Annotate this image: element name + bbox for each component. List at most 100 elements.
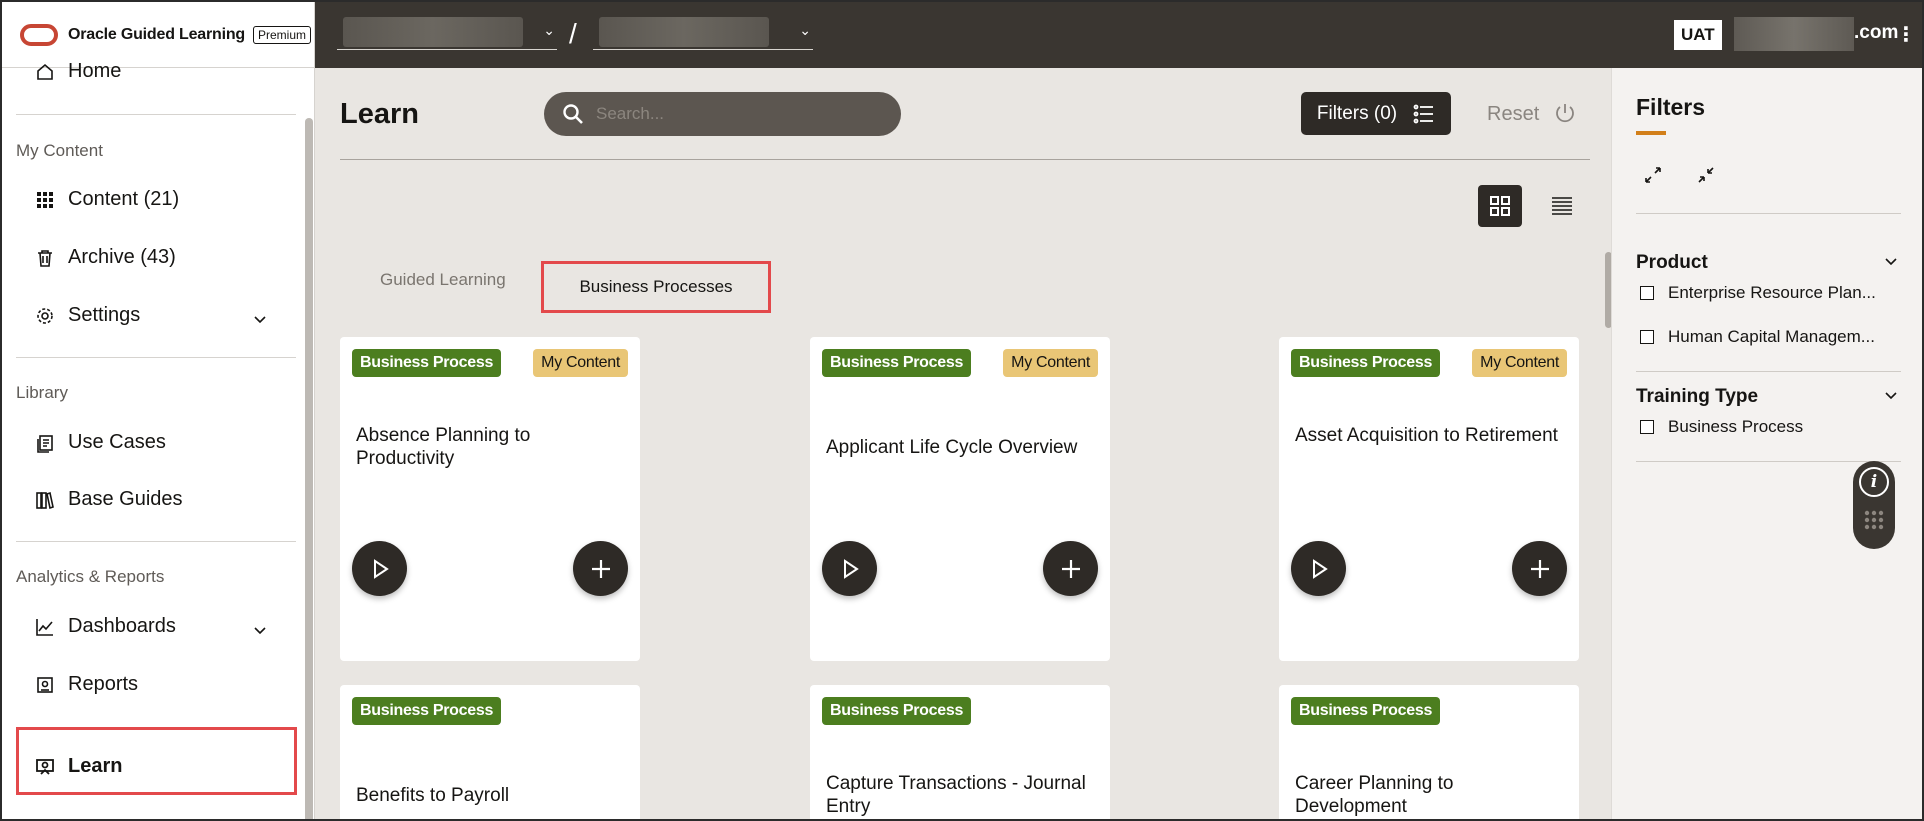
home-icon <box>34 61 56 83</box>
environment-badge: UAT <box>1674 20 1722 50</box>
search-input[interactable] <box>596 104 876 124</box>
gear-icon <box>34 305 56 327</box>
reset-button[interactable]: Reset <box>1487 102 1577 126</box>
filter-group-product[interactable]: Product <box>1636 252 1708 274</box>
business-process-badge: Business Process <box>1291 697 1441 725</box>
oracle-logo-icon <box>20 23 58 46</box>
tab-business-processes[interactable]: Business Processes <box>541 261 771 313</box>
play-button[interactable] <box>352 541 407 596</box>
play-icon <box>1312 558 1328 579</box>
sidebar-item-learn[interactable]: Learn <box>34 755 122 778</box>
filter-option[interactable]: Enterprise Resource Plan... <box>1640 283 1905 303</box>
title-accent-underline <box>1636 131 1666 135</box>
workspace-dropdown[interactable]: ⌄ <box>337 14 557 50</box>
content-card[interactable]: Business Process My Content Absence Plan… <box>340 337 640 661</box>
content-card[interactable]: Business Process Benefits to Payroll <box>340 685 640 819</box>
filters-panel-title: Filters <box>1636 94 1706 120</box>
redacted-text <box>599 17 769 47</box>
sidebar-item-home[interactable]: Home <box>34 60 121 83</box>
filters-button[interactable]: Filters (0) <box>1301 92 1451 135</box>
sidebar-item-label: Settings <box>68 304 141 326</box>
sidebar-item-label: Home <box>68 60 122 82</box>
plus-icon <box>1530 559 1549 578</box>
chevron-down-icon[interactable] <box>1884 254 1898 268</box>
filter-option[interactable]: Human Capital Managem... <box>1640 327 1905 347</box>
play-button[interactable] <box>822 541 877 596</box>
info-icon[interactable]: i <box>1859 467 1889 497</box>
page-title: Learn <box>340 98 419 130</box>
sidebar-item-reports[interactable]: Reports <box>34 673 138 696</box>
card-title: Benefits to Payroll <box>356 785 510 806</box>
sidebar-item-dashboards[interactable]: Dashboards <box>34 615 176 638</box>
content-card[interactable]: Business Process Career Planning to Deve… <box>1279 685 1579 819</box>
redacted-text <box>343 17 523 47</box>
title-divider <box>340 159 1590 160</box>
sidebar-item-label: Reports <box>68 673 139 695</box>
filter-list-icon <box>1413 104 1434 123</box>
card-title: Applicant Life Cycle Overview <box>826 437 1078 458</box>
search-icon <box>563 104 583 124</box>
sidebar-item-label: Content (21) <box>68 188 180 210</box>
sidebar-item-archive[interactable]: Archive (43) <box>34 246 176 269</box>
filter-option[interactable]: Business Process <box>1640 417 1905 437</box>
expand-all-icon[interactable] <box>1642 164 1664 186</box>
add-button[interactable] <box>573 541 628 596</box>
play-icon <box>373 558 389 579</box>
sidebar-scrollbar[interactable] <box>305 118 313 819</box>
sidebar-item-label: Archive (43) <box>68 246 176 268</box>
brand-name: Oracle Guided Learning <box>68 25 245 43</box>
drag-grip-icon[interactable] <box>1863 509 1885 531</box>
list-view-button[interactable] <box>1544 188 1580 224</box>
add-button[interactable] <box>1512 541 1567 596</box>
my-content-badge: My Content <box>1003 349 1098 377</box>
checkbox[interactable] <box>1640 330 1654 344</box>
play-button[interactable] <box>1291 541 1346 596</box>
my-content-badge: My Content <box>1472 349 1567 377</box>
grid-view-icon <box>1490 196 1510 216</box>
option-label: Human Capital Managem... <box>1668 327 1875 346</box>
brand-header: Oracle Guided Learning Premium <box>2 2 315 68</box>
chart-icon <box>34 616 56 638</box>
filters-button-label: Filters (0) <box>1316 102 1398 124</box>
sidebar-divider <box>16 357 296 358</box>
help-widget[interactable]: i <box>1853 461 1895 549</box>
content-card[interactable]: Business Process Capture Transactions - … <box>810 685 1110 819</box>
tab-guided-learning[interactable]: Guided Learning <box>380 270 506 290</box>
kebab-menu-icon[interactable]: ⋮ <box>1896 22 1916 47</box>
chevron-down-icon[interactable] <box>252 622 268 638</box>
trash-icon <box>34 247 56 269</box>
chevron-down-icon[interactable] <box>1884 388 1898 402</box>
add-button[interactable] <box>1043 541 1098 596</box>
grid-view-button[interactable] <box>1478 185 1522 227</box>
checkbox[interactable] <box>1640 286 1654 300</box>
sidebar-item-base-guides[interactable]: Base Guides <box>34 488 183 511</box>
business-process-badge: Business Process <box>822 349 972 377</box>
chevron-down-icon: ⌄ <box>543 22 555 38</box>
sidebar-item-label: Base Guides <box>68 488 183 510</box>
chevron-down-icon[interactable] <box>252 311 268 327</box>
section-analytics: Analytics & Reports <box>16 567 165 586</box>
sidebar-item-label: Use Cases <box>68 431 166 453</box>
sidebar-item-content[interactable]: Content (21) <box>34 188 179 211</box>
account-domain[interactable]: .com <box>1854 22 1898 44</box>
business-process-badge: Business Process <box>352 349 502 377</box>
sidebar-item-settings[interactable]: Settings <box>34 304 140 327</box>
content-card[interactable]: Business Process My Content Applicant Li… <box>810 337 1110 661</box>
panel-divider <box>1636 371 1901 372</box>
application-dropdown[interactable]: ⌄ <box>593 14 813 50</box>
search-bar[interactable] <box>544 92 901 136</box>
sidebar-item-label: Learn <box>68 755 123 777</box>
app-window: Oracle Guided Learning Premium Home My C… <box>0 0 1924 821</box>
filter-group-training-type[interactable]: Training Type <box>1636 386 1758 408</box>
business-process-badge: Business Process <box>352 697 502 725</box>
sidebar-item-use-cases[interactable]: Use Cases <box>34 431 166 454</box>
main-content: Learn Filters (0) Reset Guided Learning … <box>315 68 1612 819</box>
business-process-badge: Business Process <box>822 697 972 725</box>
checkbox[interactable] <box>1640 420 1654 434</box>
account-redacted <box>1734 17 1854 51</box>
list-view-icon <box>1552 197 1572 215</box>
plus-icon <box>1061 559 1080 578</box>
option-label: Enterprise Resource Plan... <box>1668 283 1876 302</box>
collapse-all-icon[interactable] <box>1695 164 1717 186</box>
content-card[interactable]: Business Process My Content Asset Acquis… <box>1279 337 1579 661</box>
